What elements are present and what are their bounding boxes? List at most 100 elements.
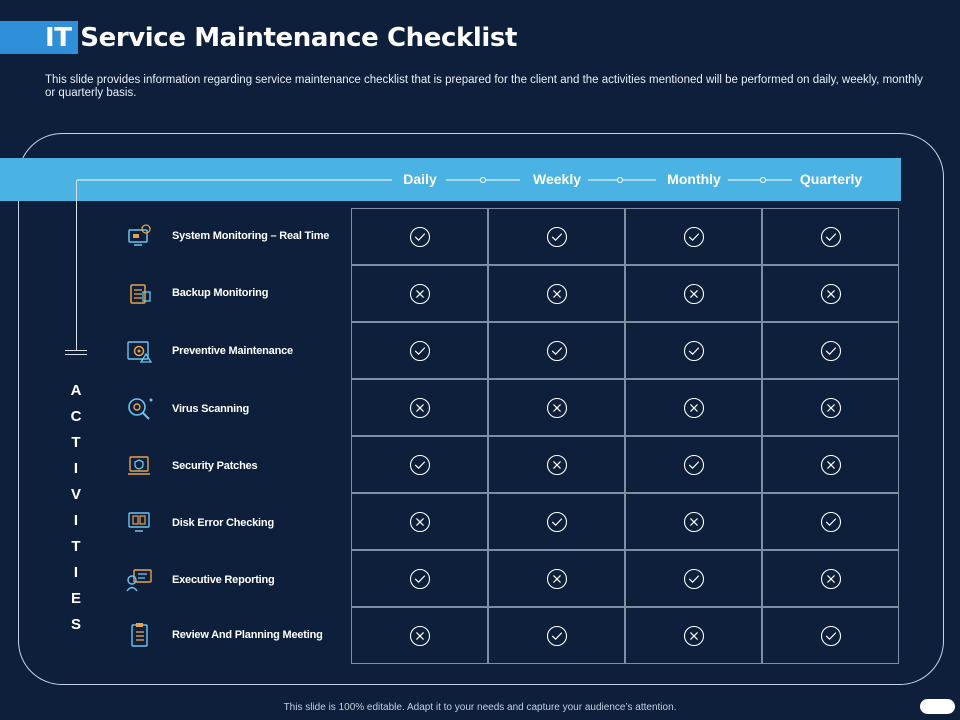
cross-circle-icon: [683, 511, 704, 532]
activities-vertical-label: A C T I V I T I E S: [64, 378, 88, 638]
page-title: IT Service Maintenance Checklist: [45, 23, 518, 53]
clipboard-checklist-icon: [131, 623, 148, 647]
checklist-cell: [625, 550, 762, 607]
checklist-cell: [488, 322, 625, 379]
check-circle-icon: [409, 568, 430, 589]
activity-label-backup-monitoring: Backup Monitoring: [172, 287, 269, 299]
column-header-daily: Daily: [403, 171, 437, 187]
checklist-cell: [625, 607, 762, 664]
checklist-cell: [625, 265, 762, 322]
cross-circle-icon: [409, 283, 430, 304]
activities-letter: S: [70, 616, 81, 633]
shield-laptop-icon: [128, 456, 150, 475]
disk-monitor-icon: [128, 512, 150, 532]
checklist-cell: [488, 208, 625, 265]
checklist-cell: [488, 493, 625, 550]
checklist-cell: [351, 493, 488, 550]
checklist-cell: [351, 379, 488, 436]
checklist-cell: [488, 550, 625, 607]
check-circle-icon: [546, 511, 567, 532]
checklist-cell: [488, 436, 625, 493]
checklist-cell: [351, 607, 488, 664]
check-circle-icon: [820, 340, 841, 361]
checklist-cell: [351, 208, 488, 265]
checklist-cell: [762, 493, 899, 550]
check-circle-icon: [820, 625, 841, 646]
activity-label-virus-scanning: Virus Scanning: [172, 403, 250, 415]
activity-label-system-monitoring: System Monitoring – Real Time: [172, 230, 330, 242]
checklist-cell: [625, 493, 762, 550]
check-circle-icon: [409, 454, 430, 475]
cross-circle-icon: [820, 397, 841, 418]
check-circle-icon: [683, 340, 704, 361]
activity-label-executive-reporting: Executive Reporting: [172, 574, 275, 586]
connector-end-mark: [65, 354, 87, 355]
checklist-cell: [762, 607, 899, 664]
magnifier-virus-icon: [128, 398, 153, 420]
activities-letter: T: [71, 434, 81, 451]
activities-letter: I: [73, 460, 79, 477]
presentation-report-icon: [126, 569, 152, 592]
footer-pill: [920, 699, 955, 714]
backup-server-icon: [130, 284, 151, 304]
column-header-monthly: Monthly: [667, 171, 721, 187]
checklist-cell: [351, 265, 488, 322]
check-circle-icon: [820, 226, 841, 247]
check-circle-icon: [546, 625, 567, 646]
monitor-network-icon: [128, 224, 151, 246]
activities-letter: T: [71, 538, 81, 555]
checklist-cell: [351, 550, 488, 607]
cross-circle-icon: [820, 568, 841, 589]
page-subtitle: This slide provides information regardin…: [45, 74, 923, 99]
cross-circle-icon: [546, 568, 567, 589]
checklist-cell: [762, 550, 899, 607]
checklist-cell: [762, 208, 899, 265]
activities-letter: V: [70, 486, 81, 503]
checklist-cell: [488, 379, 625, 436]
activities-connector-line: [76, 180, 77, 351]
checklist-cell: [762, 265, 899, 322]
check-circle-icon: [409, 226, 430, 247]
check-circle-icon: [683, 454, 704, 475]
checklist-cell: [625, 322, 762, 379]
checklist-cell: [351, 436, 488, 493]
checklist-cell: [762, 322, 899, 379]
check-circle-icon: [546, 340, 567, 361]
check-circle-icon: [683, 226, 704, 247]
activity-label-review-planning-meeting: Review And Planning Meeting: [172, 629, 323, 641]
cross-circle-icon: [546, 397, 567, 418]
check-circle-icon: [409, 340, 430, 361]
activity-label-security-patches: Security Patches: [172, 460, 258, 472]
activities-letter: A: [70, 382, 82, 399]
check-circle-icon: [546, 226, 567, 247]
activities-letter: E: [70, 590, 81, 607]
footer-note: This slide is 100% editable. Adapt it to…: [283, 702, 677, 713]
checklist-cell: [625, 436, 762, 493]
checklist-cell: [625, 379, 762, 436]
checklist-cell: [625, 208, 762, 265]
cross-circle-icon: [820, 283, 841, 304]
cross-circle-icon: [683, 625, 704, 646]
activities-letter: I: [73, 564, 79, 581]
checklist-cell: [762, 436, 899, 493]
cross-circle-icon: [546, 283, 567, 304]
activities-letter: I: [73, 512, 79, 529]
cross-circle-icon: [409, 625, 430, 646]
activity-label-preventive-maintenance: Preventive Maintenance: [172, 345, 293, 357]
cross-circle-icon: [546, 454, 567, 475]
cross-circle-icon: [820, 454, 841, 475]
check-circle-icon: [683, 568, 704, 589]
cross-circle-icon: [409, 511, 430, 532]
column-header-quarterly: Quarterly: [799, 171, 863, 187]
activities-letter: C: [70, 408, 82, 425]
checklist-cell: [488, 265, 625, 322]
checklist-cell: [351, 322, 488, 379]
checklist-cell: [762, 379, 899, 436]
check-circle-icon: [820, 511, 841, 532]
cross-circle-icon: [409, 397, 430, 418]
gear-alert-icon: [127, 341, 153, 363]
cross-circle-icon: [683, 397, 704, 418]
activity-label-disk-error-checking: Disk Error Checking: [172, 517, 274, 529]
checklist-cell: [488, 607, 625, 664]
cross-circle-icon: [683, 283, 704, 304]
